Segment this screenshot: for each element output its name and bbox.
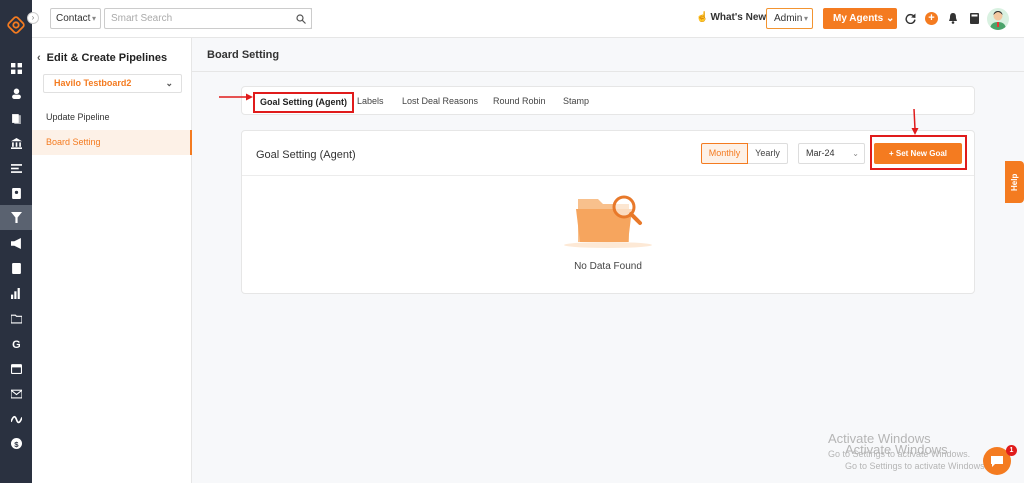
reports-chart-icon[interactable]: [8, 285, 24, 301]
month-select[interactable]: Mar-24 ⌄: [798, 143, 865, 164]
divider: [192, 71, 1024, 72]
sidebar-item-label: Update Pipeline: [46, 112, 110, 122]
chevron-down-icon: ⌄: [885, 13, 895, 24]
contact-card-icon[interactable]: [8, 185, 24, 201]
back-chevron-icon[interactable]: ‹: [37, 52, 41, 64]
tab-goal-setting-agent[interactable]: Goal Setting (Agent): [253, 92, 354, 113]
pointing-hand-icon: ☝: [696, 12, 709, 23]
dashboard-icon[interactable]: [8, 60, 24, 76]
smart-search-placeholder: Smart Search: [111, 13, 173, 24]
empty-folder-search-illustration: [564, 195, 652, 248]
set-new-goal-button[interactable]: + Set New Goal: [874, 143, 962, 164]
calendar-icon[interactable]: [8, 360, 24, 376]
app-logo-icon[interactable]: [7, 16, 25, 34]
board-select-value: Havilo Testboard2: [54, 78, 132, 88]
billing-dollar-icon[interactable]: $: [8, 435, 24, 451]
search-scope-select[interactable]: Contact ▾: [50, 8, 101, 29]
svg-text:G: G: [12, 338, 21, 348]
pipeline-funnel-icon[interactable]: [0, 205, 32, 230]
period-yearly-toggle[interactable]: Yearly: [748, 143, 788, 164]
calculator-icon[interactable]: [968, 12, 980, 24]
search-icon: [295, 13, 306, 24]
tab-stamp[interactable]: Stamp: [563, 96, 589, 106]
page-title: Board Setting: [207, 49, 280, 61]
sidebar-item-label: Board Setting: [46, 137, 101, 147]
refresh-icon[interactable]: [904, 12, 916, 24]
goal-setting-card: Goal Setting (Agent) Monthly Yearly Mar-…: [241, 130, 975, 294]
role-select-value: Admin: [774, 13, 803, 24]
goal-card-header: Goal Setting (Agent) Monthly Yearly Mar-…: [242, 131, 974, 176]
documents-icon[interactable]: [8, 110, 24, 126]
pipeline-settings-sidebar: ‹ Edit & Create Pipelines Havilo Testboar…: [32, 38, 192, 483]
chevron-down-icon: ▾: [91, 14, 96, 23]
search-scope-value: Contact: [56, 13, 91, 24]
list-icon[interactable]: [8, 160, 24, 176]
help-tab[interactable]: Help: [1005, 161, 1024, 203]
whats-new-label: What's New: [710, 12, 767, 23]
sidebar-item-update-pipeline[interactable]: Update Pipeline: [32, 105, 192, 130]
quick-add-plus-icon[interactable]: +: [925, 12, 938, 25]
empty-state-text: No Data Found: [574, 261, 642, 272]
smart-search-input[interactable]: Smart Search: [104, 8, 312, 29]
whats-new-link[interactable]: ☝ What's New: [696, 12, 766, 23]
mail-icon[interactable]: [8, 385, 24, 401]
tab-labels[interactable]: Labels: [357, 96, 384, 106]
notification-bell-icon[interactable]: [947, 12, 959, 24]
watermark-line: Go to Settings to activate Windows.: [845, 461, 988, 471]
svg-text:$: $: [14, 439, 19, 448]
settings-tabs: Goal Setting (Agent) Labels Lost Deal Re…: [241, 86, 975, 115]
sidebar-item-board-setting[interactable]: Board Setting: [32, 130, 192, 155]
month-select-value: Mar-24: [806, 148, 835, 158]
signature-icon[interactable]: [8, 410, 24, 426]
my-agents-label: My Agents: [833, 13, 884, 24]
left-nav-rail: G $: [0, 0, 32, 483]
sidebar-title: ‹ Edit & Create Pipelines: [37, 52, 167, 64]
board-select[interactable]: Havilo Testboard2 ⌄: [43, 74, 182, 93]
my-agents-button[interactable]: My Agents ⌄: [823, 8, 897, 29]
tab-lost-deal-reasons[interactable]: Lost Deal Reasons: [402, 96, 478, 106]
help-tab-label: Help: [1010, 173, 1019, 191]
chat-notification-badge: 1: [1006, 445, 1017, 456]
search-button[interactable]: [290, 8, 312, 29]
collapse-rail-chevron-icon[interactable]: ›: [27, 12, 39, 24]
chevron-down-icon: ⌄: [852, 149, 859, 158]
watermark-line: Activate Windows: [845, 442, 948, 457]
google-icon[interactable]: G: [8, 335, 24, 351]
notes-icon[interactable]: [8, 260, 24, 276]
top-bar: Contact ▾ Smart Search ☝ What's New Admin…: [32, 0, 1024, 38]
period-monthly-toggle[interactable]: Monthly: [701, 143, 748, 164]
goal-card-title: Goal Setting (Agent): [256, 149, 356, 161]
tab-round-robin[interactable]: Round Robin: [493, 96, 546, 106]
role-select[interactable]: Admin ▾: [766, 8, 813, 29]
sidebar-title-label: Edit & Create Pipelines: [46, 52, 168, 64]
annotation-arrow-down-icon: [911, 108, 919, 135]
chat-bubble-icon: [991, 456, 1003, 467]
bank-icon[interactable]: [8, 135, 24, 151]
annotation-arrow-right-icon: [219, 93, 253, 101]
contacts-icon[interactable]: [8, 85, 24, 101]
folder-icon[interactable]: [8, 310, 24, 326]
chevron-down-icon: ⌄: [165, 78, 173, 88]
user-avatar[interactable]: [987, 8, 1009, 30]
megaphone-icon[interactable]: [8, 235, 24, 251]
chevron-down-icon: ▾: [803, 14, 808, 23]
